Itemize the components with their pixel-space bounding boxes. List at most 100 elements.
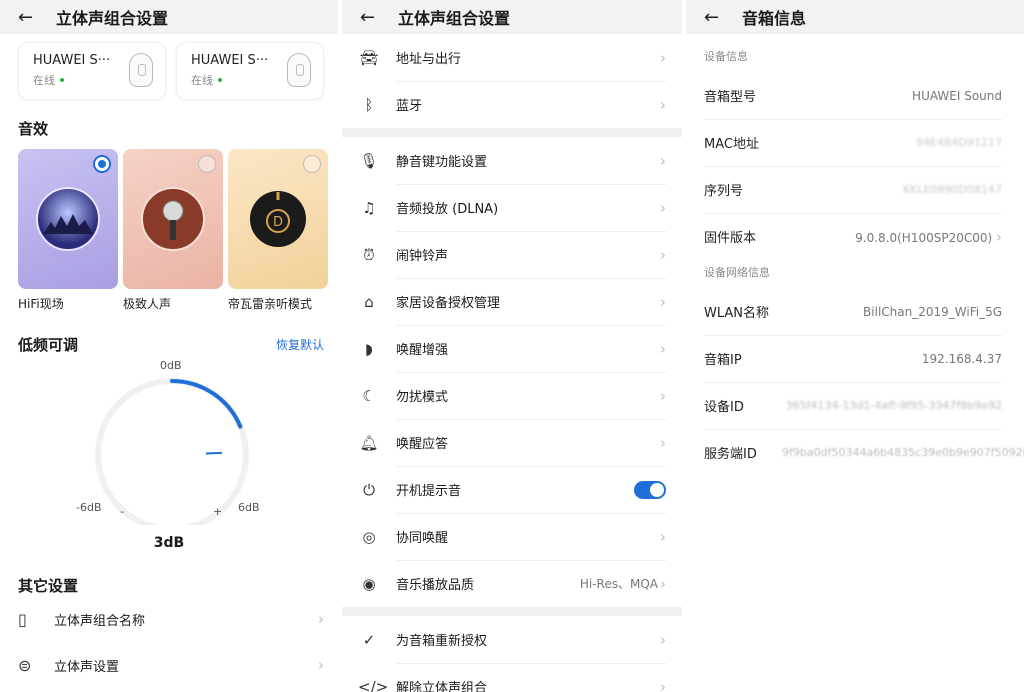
chevron-right-icon: › [318,610,324,628]
chevron-right-icon: › [660,630,666,649]
chevron-right-icon: › [660,574,666,593]
item-label: 唤醒应答 [396,437,449,452]
check-circle-icon: ✓ [362,630,376,649]
online-dot-icon [60,78,64,82]
moon-icon: ☾ [362,386,376,405]
effect-card[interactable] [123,149,223,289]
speaker-icon [287,53,311,87]
music-quality-item[interactable]: ◉ 音乐播放品质 Hi-Res、MQA › [342,560,682,607]
effect-radio[interactable] [303,155,321,173]
info-key: WLAN名称 [704,306,770,321]
bluetooth-item[interactable]: ᛒ 蓝牙 › [342,81,682,128]
wake-enhance-item[interactable]: ◗ 唤醒增强 › [342,325,682,372]
boot-sound-toggle[interactable] [634,480,666,499]
chevron-right-icon: › [660,677,666,692]
info-value-wrap: 9.0.8.0(H100SP20C00) › [855,228,1002,246]
microphone-image-icon [141,187,205,251]
info-key: MAC地址 [704,137,759,152]
effect-radio[interactable] [198,155,216,173]
chevron-right-icon: › [660,386,666,405]
effect-hifi[interactable]: HiFi现场 [18,149,118,312]
reauthorize-item[interactable]: ✓ 为音箱重新授权 › [342,616,682,663]
dial-min-label: -6dB [76,501,102,514]
device-card-left[interactable]: HUAWEI S··· 在线 [18,42,166,100]
top-bar: ← 立体声组合设置 [0,0,338,34]
chevron-right-icon: › [660,48,666,67]
chevron-right-icon: › [660,433,666,452]
home-device-auth-item[interactable]: ⌂ 家居设备授权管理 › [342,278,682,325]
restore-default-link[interactable]: 恢复默认 [276,336,324,353]
chevron-right-icon: › [660,527,666,546]
wake-response-item[interactable]: 🔔︎ 唤醒应答 › [342,419,682,466]
cast-audio-icon: ♫ [362,198,376,217]
unlink-icon: </> [358,677,389,692]
effect-vocal[interactable]: 极致人声 [123,149,223,312]
unpair-stereo-item[interactable]: </> 解除立体声组合 › [342,663,682,692]
other-settings-heading: 其它设置 [18,577,79,595]
combo-name-item[interactable]: ▯ 立体声组合名称 › [0,596,338,642]
back-arrow-icon[interactable]: ← [18,7,44,28]
info-key: 序列号 [704,184,744,199]
stereo-combo-settings-panel: ← 立体声组合设置 HUAWEI S··· 在线 HUAWEI S··· 在线 … [0,0,338,692]
item-label: 唤醒增强 [396,343,449,358]
effect-radio-selected[interactable] [93,155,111,173]
info-value-blurred: 365f4134-13d1-4aff-9f95-3347f8b9e92 [785,399,1002,412]
device-card-right[interactable]: HUAWEI S··· 在线 [176,42,324,100]
top-bar: ← 音箱信息 [686,0,1024,34]
effect-card[interactable] [18,149,118,289]
bass-heading: 低频可调 [18,336,79,354]
divider [342,607,682,616]
chevron-right-icon: › [660,339,666,358]
co-wake-item[interactable]: ◎ 协同唤醒 › [342,513,682,560]
info-value-blurred: 94E4B4D91217 [916,136,1002,149]
devialet-logo-icon: D [250,191,306,247]
firmware-row[interactable]: 固件版本 9.0.8.0(H100SP20C00) › [686,213,1024,260]
info-value: BillChan_2019_WiFi_5G [863,304,1002,319]
item-label: 立体声组合名称 [54,613,146,629]
home-key-icon: ⌂ [364,292,374,311]
page-title: 立体声组合设置 [56,9,169,28]
do-not-disturb-item[interactable]: ☾ 勿扰模式 › [342,372,682,419]
chevron-right-icon: › [996,227,1002,246]
ip-row: 音箱IP 192.168.4.37 [686,335,1024,382]
online-dot-icon [218,78,222,82]
bass-dial-graphic[interactable] [0,355,338,525]
sync-icon: ◎ [362,527,376,546]
address-travel-item[interactable]: 🚘︎ 地址与出行 › [342,34,682,81]
dial-needle [205,451,222,455]
stereo-settings-item[interactable]: ⊜ 立体声设置 › [0,642,338,688]
mac-row: MAC地址 94E4B4D91217 [686,119,1024,166]
item-label: 开机提示音 [396,484,462,499]
alarm-ringtone-item[interactable]: ⏰︎ 闹钟铃声 › [342,231,682,278]
speaker-info-panel: ← 音箱信息 设备信息 音箱型号 HUAWEI Sound MAC地址 94E4B4… [686,0,1024,692]
device-info-heading: 设备信息 [704,50,748,63]
dlna-item[interactable]: ♫ 音频投放 (DLNA) › [342,184,682,231]
effect-devialet[interactable]: D 帝瓦雷亲听模式 [228,149,328,312]
ear-icon: ◗ [365,339,373,358]
device-cards: HUAWEI S··· 在线 HUAWEI S··· 在线 [0,34,338,100]
info-value: 9.0.8.0(H100SP20C00) [855,230,993,245]
chevron-right-icon: › [660,95,666,114]
music-disc-icon: ◉ [362,574,376,593]
item-label: 音频投放 (DLNA) [396,202,499,217]
effect-label: 帝瓦雷亲听模式 [228,297,313,311]
mute-key-item[interactable]: 🎙︎ 静音键功能设置 › [342,137,682,184]
back-arrow-icon[interactable]: ← [360,7,386,28]
dial-minus-sign: - [120,505,124,518]
bluetooth-icon: ᛒ [364,95,374,114]
info-value-blurred: 9f9ba0df50344a6b4835c39e0b9e907f50920908 [782,446,1024,459]
effect-label: HiFi现场 [18,297,64,311]
chevron-right-icon: › [318,656,324,674]
power-sound-icon: ⏻ [363,480,375,499]
car-icon: 🚘︎ [359,48,379,67]
info-key: 音箱IP [704,353,742,368]
effect-label: 极致人声 [123,297,172,311]
top-bar: ← 立体声组合设置 [342,0,682,34]
alarm-icon: ⏰︎ [363,245,375,264]
dial-value: 3dB [153,535,185,551]
page-title: 音箱信息 [742,9,807,28]
effect-card[interactable]: D [228,149,328,289]
back-arrow-icon[interactable]: ← [704,7,730,28]
bass-dial[interactable]: 0dB -6dB - + 6dB 3dB [0,355,338,555]
info-key: 服务端ID [704,447,757,462]
